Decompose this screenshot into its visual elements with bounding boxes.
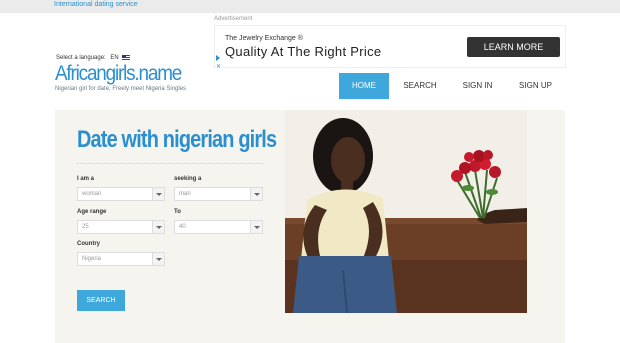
i-am-label: I am a: [77, 176, 95, 182]
ad-headline[interactable]: Quality At The Right Price: [225, 44, 381, 59]
age-to-value: 40: [179, 224, 186, 230]
chevron-down-icon: [250, 221, 262, 233]
language-selector[interactable]: Select a language: EN: [56, 55, 131, 62]
to-label: To: [174, 209, 181, 215]
uk-flag-icon[interactable]: [122, 55, 131, 60]
i-am-value: woman: [82, 191, 102, 197]
ad-label: Advertisement: [214, 16, 253, 22]
chevron-down-icon: [152, 221, 164, 233]
language-label: Select a language:: [56, 55, 106, 62]
ad-brand: The Jewelry Exchange ®: [225, 35, 303, 42]
nav-home[interactable]: HOME: [339, 73, 389, 99]
ad-close-icon[interactable]: ✕: [216, 63, 221, 70]
search-button[interactable]: SEARCH: [77, 290, 125, 311]
chevron-down-icon: [250, 188, 262, 200]
nav-search[interactable]: SEARCH: [394, 73, 446, 99]
site-logo[interactable]: Africangirls.name: [55, 62, 182, 86]
seeking-select[interactable]: man: [174, 187, 263, 201]
advertisement-banner[interactable]: ✕ The Jewelry Exchange ® Quality At The …: [214, 25, 566, 70]
age-from-select[interactable]: 25: [77, 220, 165, 234]
site-subtitle: Nigerian girl for date, Freely meet Nige…: [55, 86, 187, 92]
hero-photo: [285, 110, 527, 313]
page-title: Date with nigerian girls: [77, 126, 277, 153]
chevron-down-icon: [152, 188, 164, 200]
nav-sign-in[interactable]: SIGN IN: [450, 73, 505, 99]
chevron-down-icon: [152, 253, 164, 265]
hero-illustration: [285, 110, 527, 313]
tagline-link[interactable]: International dating service: [54, 1, 138, 8]
seeking-label: seeking a: [174, 176, 202, 182]
i-am-select[interactable]: woman: [77, 187, 165, 201]
language-code[interactable]: EN: [110, 55, 118, 61]
age-from-value: 25: [82, 224, 89, 230]
divider: [77, 163, 263, 164]
nav-sign-up[interactable]: SIGN UP: [508, 73, 563, 99]
top-bar: International dating service: [0, 0, 620, 13]
country-label: Country: [77, 241, 100, 247]
country-value: Nigeria: [82, 256, 102, 262]
ad-choices-icon[interactable]: [216, 55, 220, 61]
learn-more-button[interactable]: LEARN MORE: [467, 37, 560, 57]
search-panel: Date with nigerian girls I am a woman se…: [55, 110, 565, 343]
country-select[interactable]: Nigeria: [77, 252, 165, 266]
age-to-select[interactable]: 40: [174, 220, 263, 234]
age-range-label: Age range: [77, 209, 107, 215]
seeking-value: man: [179, 191, 191, 197]
